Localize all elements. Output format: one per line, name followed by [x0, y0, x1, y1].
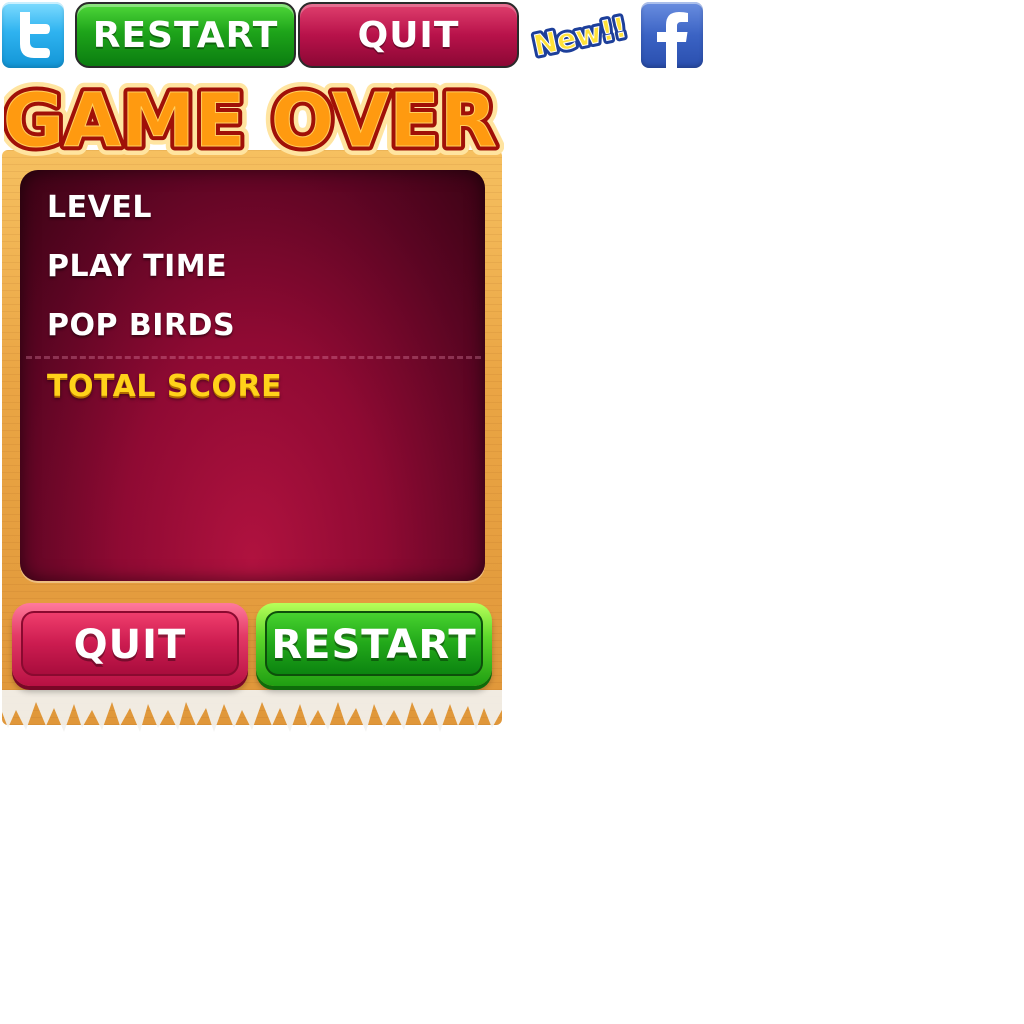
restart-button[interactable]: RESTART — [256, 603, 492, 686]
sprite-quit-button[interactable]: QUIT — [298, 2, 519, 68]
pop-birds-label: POP BIRDS — [47, 308, 236, 343]
restart-button-label: RESTART — [271, 621, 477, 668]
play-time-label: PLAY TIME — [47, 249, 228, 284]
sprite-restart-button[interactable]: RESTART — [75, 2, 296, 68]
facebook-f-icon — [657, 12, 688, 68]
total-score-label: TOTAL SCORE — [47, 369, 283, 404]
sprite-restart-label: RESTART — [92, 14, 279, 56]
twitter-button[interactable] — [2, 2, 64, 68]
quit-button-label: QUIT — [73, 621, 187, 668]
quit-button[interactable]: QUIT — [12, 603, 248, 686]
game-over-text: GAME OVER — [4, 78, 497, 162]
twitter-bird-icon — [20, 12, 50, 58]
new-badge: New!! New!! — [528, 8, 632, 64]
level-label: LEVEL — [47, 190, 152, 225]
grass-fringe — [2, 690, 502, 732]
sprite-sheet: RESTART QUIT New!! New!! GAME OVER GAME … — [0, 0, 1024, 1024]
game-over-title: GAME OVER GAME OVER GAME OVER — [4, 72, 504, 162]
stats-divider — [26, 356, 481, 359]
sprite-quit-label: QUIT — [357, 14, 460, 56]
facebook-button[interactable] — [641, 2, 703, 68]
new-badge-text: New!! — [531, 11, 630, 63]
stats-panel: LEVEL PLAY TIME POP BIRDS TOTAL SCORE — [20, 170, 485, 581]
